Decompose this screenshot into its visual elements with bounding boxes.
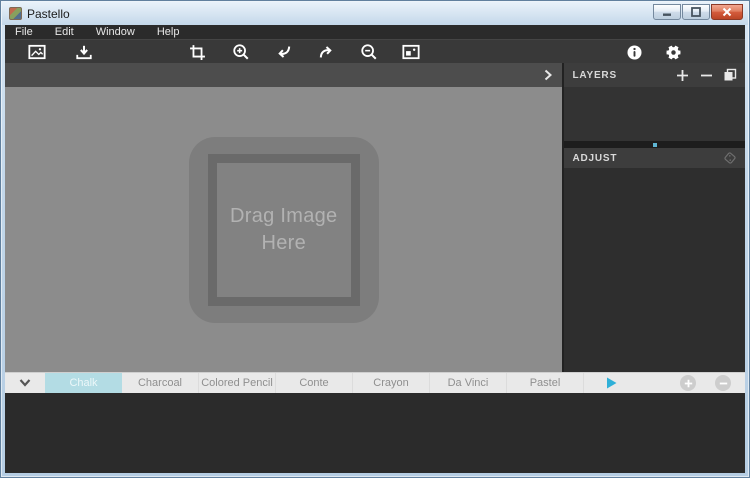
zoom-out-button[interactable] — [360, 43, 378, 61]
redo-button[interactable] — [317, 43, 335, 61]
chevron-down-icon — [18, 377, 32, 389]
canvas-header-strip — [5, 63, 562, 87]
app-content: File Edit Window Help — [5, 25, 745, 473]
layers-header: LAYERS — [564, 63, 745, 87]
panel-resize-handle[interactable] — [564, 141, 745, 148]
info-button[interactable] — [625, 43, 643, 61]
minus-icon — [700, 69, 713, 82]
menu-bar: File Edit Window Help — [5, 25, 745, 39]
tab-da-vinci[interactable]: Da Vinci — [430, 373, 507, 393]
open-image-icon — [28, 43, 46, 61]
collapse-filter-strip-button[interactable] — [5, 373, 45, 393]
chevron-right-icon — [542, 68, 554, 82]
main-area: Drag Image Here LAYERS — [5, 63, 745, 372]
menu-edit[interactable]: Edit — [55, 26, 74, 38]
tab-colored-pencil[interactable]: Colored Pencil — [199, 373, 276, 393]
open-image-button[interactable] — [28, 43, 46, 61]
zoom-in-icon — [232, 43, 250, 61]
play-icon — [605, 376, 618, 390]
adjust-title: ADJUST — [572, 153, 617, 164]
maximize-button[interactable] — [682, 4, 710, 20]
toolbar — [5, 39, 745, 63]
canvas[interactable]: Drag Image Here — [5, 87, 562, 372]
right-panel: LAYERS — [562, 63, 745, 372]
tab-pastel[interactable]: Pastel — [507, 373, 584, 393]
maximize-icon — [691, 7, 701, 17]
undo-button[interactable] — [275, 43, 293, 61]
layers-title: LAYERS — [572, 70, 616, 81]
window-controls — [653, 4, 743, 20]
filter-tab-bar: ChalkCharcoalColored PencilConteCrayonDa… — [5, 372, 745, 393]
window-title: Pastello — [27, 7, 70, 21]
undo-icon — [275, 43, 293, 61]
menu-window[interactable]: Window — [96, 26, 135, 38]
panel-collapse-button[interactable] — [539, 66, 557, 84]
filter-category-tabs: ChalkCharcoalColored PencilConteCrayonDa… — [45, 373, 584, 393]
randomize-button[interactable] — [723, 151, 737, 165]
adjust-panel — [564, 168, 745, 372]
zoom-out-icon — [360, 43, 378, 61]
plus-icon — [684, 379, 693, 388]
image-drop-zone[interactable]: Drag Image Here — [189, 137, 379, 323]
duplicate-layer-button[interactable] — [723, 68, 737, 82]
plus-icon — [676, 69, 689, 82]
info-icon — [626, 44, 643, 61]
crop-icon — [189, 44, 206, 61]
titlebar[interactable]: Pastello — [2, 2, 748, 25]
redo-icon — [317, 43, 335, 61]
app-window: Pastello File Edit Window Help — [0, 0, 750, 478]
compare-image-icon — [402, 43, 420, 61]
minimize-icon — [662, 8, 672, 17]
tab-chalk[interactable]: Chalk — [45, 373, 122, 393]
app-logo-icon — [9, 7, 22, 20]
minus-icon — [719, 379, 728, 388]
minimize-button[interactable] — [653, 4, 681, 20]
canvas-column: Drag Image Here — [5, 63, 562, 372]
dice-icon — [723, 151, 737, 165]
close-button[interactable] — [711, 4, 743, 20]
settings-button[interactable] — [664, 43, 682, 61]
tab-crayon[interactable]: Crayon — [353, 373, 430, 393]
export-image-button[interactable] — [75, 43, 93, 61]
remove-layer-button[interactable] — [699, 68, 713, 82]
settings-gear-icon — [665, 44, 682, 61]
tab-charcoal[interactable]: Charcoal — [122, 373, 199, 393]
shrink-thumbnails-button[interactable] — [715, 375, 731, 391]
duplicate-layers-icon — [723, 68, 737, 82]
drop-zone-ring: Drag Image Here — [208, 154, 360, 306]
menu-file[interactable]: File — [15, 26, 33, 38]
menu-help[interactable]: Help — [157, 26, 180, 38]
close-icon — [722, 7, 732, 17]
tab-conte[interactable]: Conte — [276, 373, 353, 393]
enlarge-thumbnails-button[interactable] — [680, 375, 696, 391]
tab-spacer — [626, 373, 680, 393]
crop-button[interactable] — [188, 43, 206, 61]
zoom-in-button[interactable] — [232, 43, 250, 61]
resize-grip-dot — [653, 143, 657, 147]
drop-zone-text: Drag Image Here — [221, 203, 346, 256]
adjust-header: ADJUST — [564, 148, 745, 168]
layers-list[interactable] — [564, 87, 745, 141]
play-preview-button[interactable] — [596, 373, 626, 393]
add-layer-button[interactable] — [675, 68, 689, 82]
compare-image-button[interactable] — [402, 43, 420, 61]
export-icon — [75, 43, 93, 61]
